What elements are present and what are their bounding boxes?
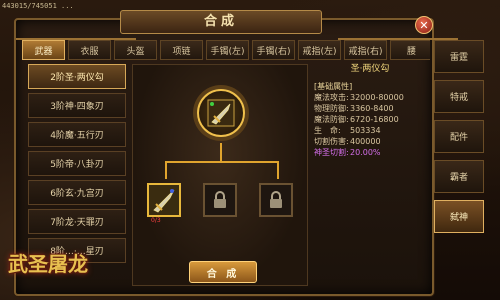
tab-ring-right[interactable]: 戒指(右): [344, 40, 387, 60]
sword-icon: [207, 99, 235, 127]
close-button[interactable]: ✕: [415, 16, 433, 34]
game-logo: 武圣屠龙: [8, 252, 88, 276]
tab-clothes[interactable]: 衣服: [68, 40, 111, 60]
ingredient-slot-3[interactable]: [259, 183, 293, 217]
tab-bracelet-left[interactable]: 手镯(左): [206, 40, 249, 60]
padlock-icon: [270, 191, 282, 208]
side-tab-special-ring[interactable]: 特戒: [434, 80, 484, 113]
stat-row: 生 命: 503334: [314, 125, 426, 136]
tab-weapon[interactable]: 武器: [22, 40, 65, 60]
target-item-slot[interactable]: [197, 89, 245, 137]
list-item[interactable]: 2阶圣·两仪勾: [28, 64, 126, 89]
sword-icon: [153, 189, 175, 213]
padlock-icon: [214, 191, 226, 208]
item-stats-panel: 圣·两仪勾 [基础属性] 魔法攻击: 32000-80000 物理防御: 336…: [314, 64, 426, 174]
list-item[interactable]: 3阶神·四象刃: [28, 93, 126, 118]
stat-row: 物理防御: 3360-8400: [314, 103, 426, 114]
tab-helmet[interactable]: 头盔: [114, 40, 157, 60]
list-item[interactable]: 6阶玄·九宫刃: [28, 180, 126, 205]
stat-value: 3360-8400: [350, 104, 394, 113]
stat-key: 神圣切割:: [314, 148, 349, 157]
ingredient-slot-2[interactable]: [203, 183, 237, 217]
connector-line: [165, 161, 167, 179]
compose-panel: 0/3 合 成: [132, 64, 308, 286]
stat-row-special: 神圣切割: 20.00%: [314, 147, 426, 158]
stat-row: 切割伤害: 400000: [314, 136, 426, 147]
stat-value: 20.00%: [350, 148, 381, 157]
list-item[interactable]: 7阶龙·天罪刃: [28, 209, 126, 234]
side-tab-accessory[interactable]: 配件: [434, 120, 484, 153]
connector-line: [165, 161, 277, 163]
side-tab-thunder[interactable]: 雷霆: [434, 40, 484, 73]
ingredient-count: 0/3: [151, 217, 161, 224]
stats-section-label: [基础属性]: [314, 82, 353, 91]
list-item[interactable]: 5阶帝·八卦刃: [28, 151, 126, 176]
ingredient-slot-1[interactable]: 0/3: [147, 183, 181, 224]
stat-value: 400000: [350, 137, 381, 146]
list-item[interactable]: 4阶魔·五行刃: [28, 122, 126, 147]
stat-key: 生 命:: [314, 126, 341, 135]
side-category-tabs: 雷霆 特戒 配件 霸者 弑神: [434, 40, 484, 233]
tab-ring-left[interactable]: 戒指(左): [298, 40, 341, 60]
tab-bracelet-right[interactable]: 手镯(右): [252, 40, 295, 60]
recipe-list: 2阶圣·两仪勾 3阶神·四象刃 4阶魔·五行刃 5阶帝·八卦刃 6阶玄·九宫刃 …: [28, 64, 126, 278]
tab-necklace[interactable]: 项链: [160, 40, 203, 60]
stat-value: 32000-80000: [350, 93, 404, 102]
stat-value: 6720-16800: [350, 115, 399, 124]
stat-value: 503334: [350, 126, 381, 135]
stat-key: 魔法攻击:: [314, 93, 349, 102]
stat-key: 物理防御:: [314, 104, 349, 113]
side-tab-godslayer[interactable]: 弑神: [434, 200, 484, 233]
stat-key: 切割伤害:: [314, 137, 349, 146]
stat-row: 魔法防御: 6720-16800: [314, 114, 426, 125]
item-name: 圣·两仪勾: [350, 64, 390, 74]
connector-line: [220, 143, 222, 163]
connector-line: [277, 161, 279, 179]
side-tab-overlord[interactable]: 霸者: [434, 160, 484, 193]
tab-belt[interactable]: 腰: [390, 40, 430, 60]
stat-key: 魔法防御:: [314, 115, 349, 124]
equipment-tabs: 武器 衣服 头盔 项链 手镯(左) 手镯(右) 戒指(左) 戒指(右) 腰: [22, 40, 430, 60]
player-info: 443015/745051 ...: [2, 2, 74, 10]
window-title: 合成: [120, 10, 322, 34]
stat-row: 魔法攻击: 32000-80000: [314, 92, 426, 103]
compose-button[interactable]: 合 成: [189, 261, 257, 283]
